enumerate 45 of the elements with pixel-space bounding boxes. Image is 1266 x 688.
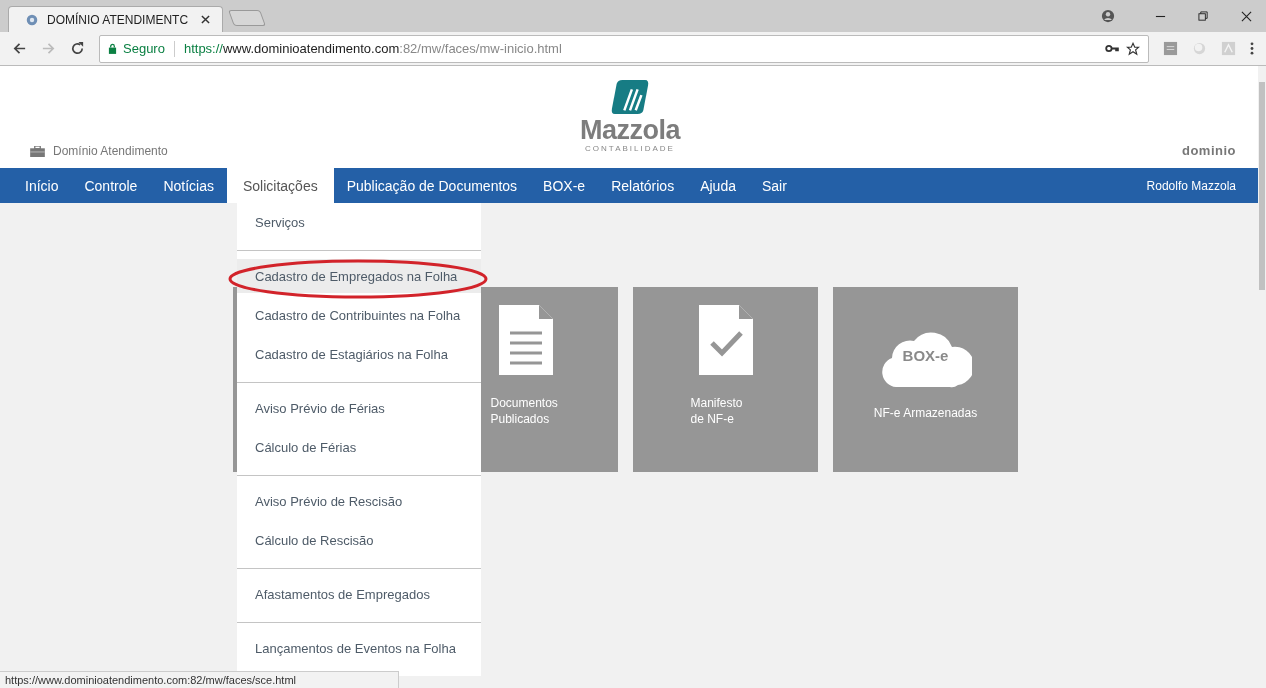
nav-item[interactable]: BOX-e (530, 168, 599, 203)
nav-item[interactable]: Publicação de Documentos (333, 168, 531, 203)
nav-item[interactable]: Início (12, 168, 72, 203)
star-icon[interactable] (1126, 41, 1140, 56)
user-name[interactable]: Rodolfo Mazzola (1146, 168, 1236, 203)
nav-item[interactable]: Notícias (150, 168, 227, 203)
reload-icon[interactable] (70, 41, 85, 56)
nav-item[interactable]: Ajuda (687, 168, 749, 203)
brand-logo: dominio (1181, 143, 1236, 158)
menu-item[interactable]: Aviso Prévio de Rescisão (237, 482, 481, 521)
nav-item[interactable]: Relatórios (598, 168, 688, 203)
tile-label: Manifesto de NF-e (690, 395, 744, 427)
document-icon (498, 305, 553, 375)
nav-item[interactable]: Sair (748, 168, 800, 203)
menu-item[interactable]: Afastamentos de Empregados (237, 575, 481, 614)
nav-item[interactable]: Controle (71, 168, 151, 203)
tile[interactable]: BOX-e NF-e Armazenadas (833, 287, 1018, 472)
restore-icon[interactable] (1198, 10, 1209, 22)
close-icon[interactable] (1241, 10, 1252, 22)
tile-label: NF-e Armazenadas (873, 405, 978, 421)
menu-item[interactable]: Cálculo de Rescisão (237, 521, 481, 560)
url-text: https://www.dominioatendimento.com:82/mw/faces/mw-inicio.html (183, 41, 562, 56)
menu-icon[interactable] (1250, 41, 1254, 56)
close-icon[interactable] (201, 15, 210, 24)
checked-document-icon (698, 305, 753, 375)
browser-tab[interactable]: DOMÍNIO ATENDIMENTC (8, 6, 223, 32)
menu-item[interactable]: Serviços (237, 203, 481, 242)
address-bar[interactable]: Seguro https://www.dominioatendimento.com:82/mw/faces/mw-inicio.html (99, 34, 1149, 63)
cloud-label: BOX-e (901, 347, 950, 364)
status-url: https://www.dominioatendimento.com:82/mw/faces/sce.html (0, 671, 399, 688)
nav-item[interactable]: Solicitações (226, 168, 334, 203)
menu-item[interactable]: Lançamentos de Eventos na Folha (237, 629, 481, 668)
back-icon[interactable] (12, 41, 27, 56)
tile-label: Documentos Publicados (490, 395, 559, 427)
profile-icon[interactable] (1101, 9, 1115, 23)
tab-title: DOMÍNIO ATENDIMENTC (47, 12, 190, 27)
security-label: Seguro (123, 41, 165, 56)
logo-tagline: CONTABILIDADE (585, 144, 675, 153)
logo-mark-icon (611, 78, 649, 116)
gear-icon (25, 12, 39, 27)
key-icon[interactable] (1105, 44, 1120, 53)
lock-icon (108, 43, 117, 54)
logo-name: Mazzola (580, 116, 681, 144)
briefcase-icon (30, 145, 45, 157)
site-name: Domínio Atendimento (53, 144, 168, 158)
